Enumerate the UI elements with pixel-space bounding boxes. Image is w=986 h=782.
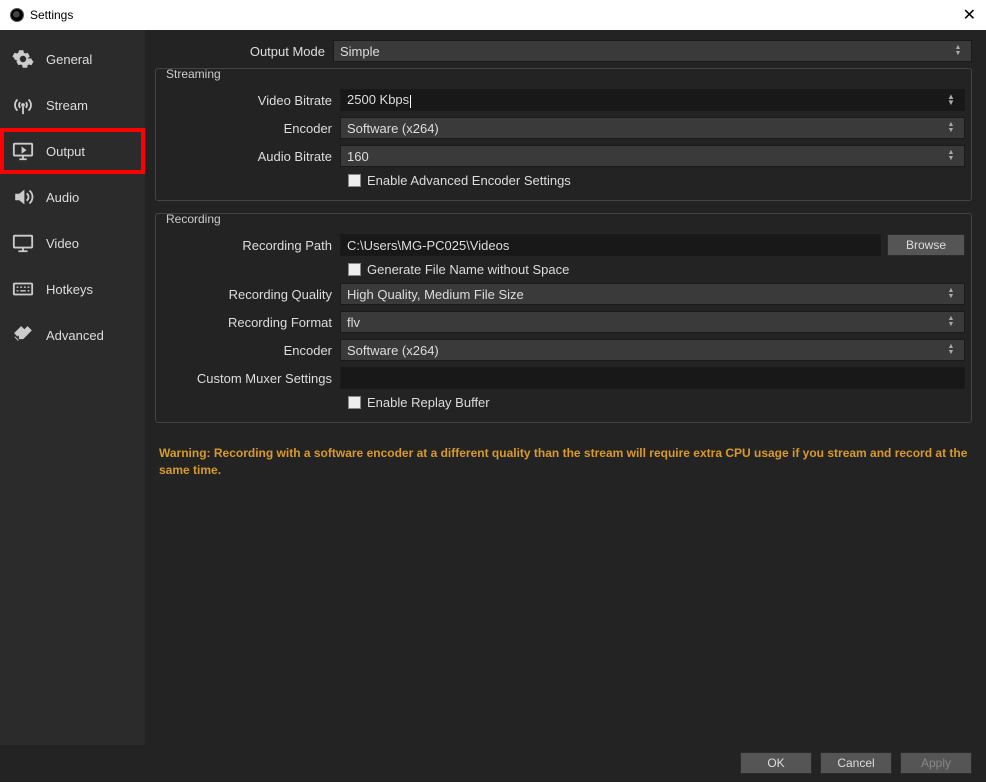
chevron-updown-icon: ▲▼ [944, 122, 958, 134]
streaming-legend: Streaming [162, 67, 225, 81]
browse-button[interactable]: Browse [887, 234, 965, 256]
recording-path-label: Recording Path [162, 238, 340, 253]
sidebar-item-video[interactable]: Video [0, 220, 145, 266]
replay-buffer-checkbox[interactable] [348, 396, 361, 409]
chevron-updown-icon: ▲▼ [951, 45, 965, 57]
recording-format-label: Recording Format [162, 315, 340, 330]
chevron-updown-icon: ▲▼ [944, 150, 958, 162]
video-bitrate-label: Video Bitrate [162, 93, 340, 108]
apply-button[interactable]: Apply [900, 752, 972, 774]
custom-muxer-label: Custom Muxer Settings [162, 371, 340, 386]
chevron-updown-icon: ▲▼ [944, 316, 958, 328]
speaker-icon [10, 186, 36, 208]
spinner-icon[interactable]: ▲▼ [944, 94, 958, 106]
video-bitrate-input[interactable]: 2500 Kbps ▲▼ [340, 89, 965, 111]
sidebar-item-audio[interactable]: Audio [0, 174, 145, 220]
window-title: Settings [30, 8, 73, 22]
footer: OK Cancel Apply [0, 745, 986, 781]
sidebar-item-label: General [46, 52, 92, 67]
gen-filename-label: Generate File Name without Space [367, 262, 569, 277]
sidebar-item-label: Output [46, 144, 85, 159]
advanced-encoder-label: Enable Advanced Encoder Settings [367, 173, 571, 188]
obs-logo-icon [10, 8, 24, 22]
sidebar-item-label: Advanced [46, 328, 104, 343]
output-icon [10, 140, 36, 162]
sidebar-item-label: Stream [46, 98, 88, 113]
custom-muxer-input[interactable] [340, 367, 965, 389]
sidebar-item-hotkeys[interactable]: Hotkeys [0, 266, 145, 312]
titlebar: Settings ✕ [0, 0, 986, 30]
recording-path-input[interactable]: C:\Users\MG-PC025\Videos [340, 234, 881, 256]
recording-format-select[interactable]: flv ▲▼ [340, 311, 965, 333]
sidebar-item-general[interactable]: General [0, 36, 145, 82]
gear-icon [10, 48, 36, 70]
sidebar-item-label: Hotkeys [46, 282, 93, 297]
recording-legend: Recording [162, 212, 225, 226]
warning-text: Warning: Recording with a software encod… [155, 435, 972, 479]
cancel-button[interactable]: Cancel [820, 752, 892, 774]
monitor-icon [10, 232, 36, 254]
ok-button[interactable]: OK [740, 752, 812, 774]
audio-bitrate-select[interactable]: 160 ▲▼ [340, 145, 965, 167]
streaming-encoder-select[interactable]: Software (x264) ▲▼ [340, 117, 965, 139]
recording-group: Recording Recording Path C:\Users\MG-PC0… [155, 213, 972, 423]
recording-quality-label: Recording Quality [162, 287, 340, 302]
streaming-group: Streaming Video Bitrate 2500 Kbps ▲▼ Enc… [155, 68, 972, 201]
sidebar-item-label: Video [46, 236, 79, 251]
advanced-encoder-checkbox[interactable] [348, 174, 361, 187]
gen-filename-checkbox[interactable] [348, 263, 361, 276]
chevron-updown-icon: ▲▼ [944, 344, 958, 356]
output-mode-select[interactable]: Simple ▲▼ [333, 40, 972, 62]
recording-encoder-label: Encoder [162, 343, 340, 358]
streaming-encoder-label: Encoder [162, 121, 340, 136]
chevron-updown-icon: ▲▼ [944, 288, 958, 300]
output-mode-label: Output Mode [155, 44, 333, 59]
antenna-icon [10, 94, 36, 116]
sidebar-item-output[interactable]: Output [0, 128, 145, 174]
keyboard-icon [10, 278, 36, 300]
sidebar-item-stream[interactable]: Stream [0, 82, 145, 128]
sidebar-item-advanced[interactable]: Advanced [0, 312, 145, 358]
close-icon[interactable]: ✕ [963, 5, 976, 25]
recording-quality-select[interactable]: High Quality, Medium File Size ▲▼ [340, 283, 965, 305]
sidebar: General Stream Output Audio Video [0, 30, 145, 745]
tools-icon [10, 324, 36, 346]
replay-buffer-label: Enable Replay Buffer [367, 395, 490, 410]
sidebar-item-label: Audio [46, 190, 79, 205]
recording-encoder-select[interactable]: Software (x264) ▲▼ [340, 339, 965, 361]
main-panel: Output Mode Simple ▲▼ Streaming Video Bi… [145, 30, 986, 745]
audio-bitrate-label: Audio Bitrate [162, 149, 340, 164]
